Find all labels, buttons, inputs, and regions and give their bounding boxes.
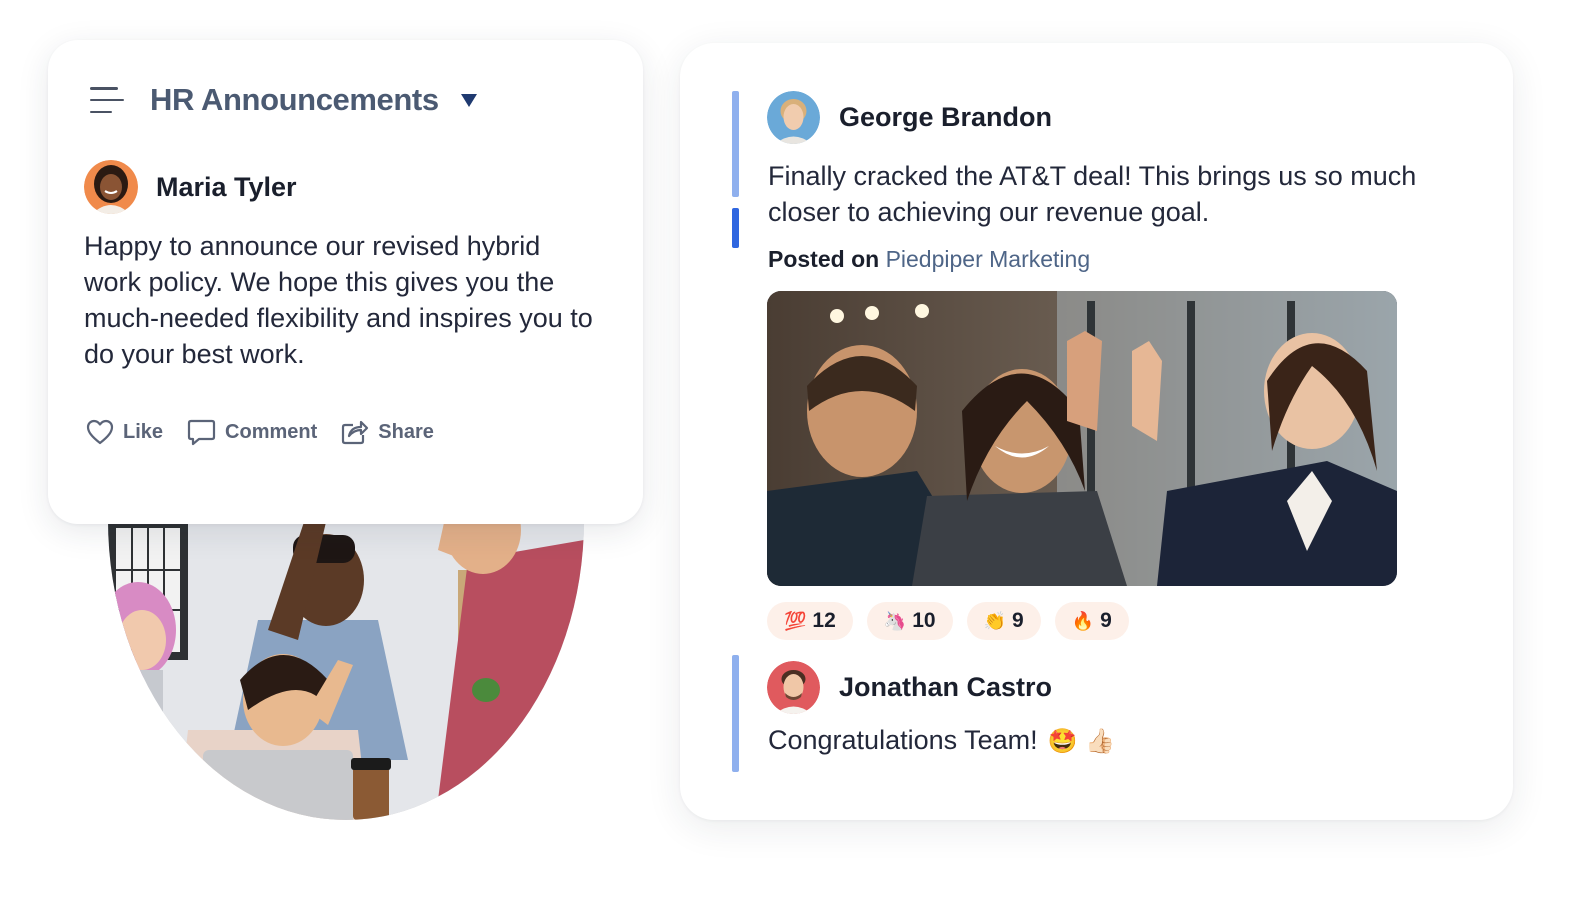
avatar[interactable]	[767, 661, 820, 714]
reply-thread-bar	[732, 655, 739, 772]
avatar[interactable]	[84, 160, 138, 214]
author-name[interactable]: Maria Tyler	[156, 172, 297, 203]
share-label: Share	[378, 420, 434, 443]
hundred-points-icon: 💯	[784, 610, 807, 632]
posted-on-channel-link[interactable]: Piedpiper Marketing	[886, 246, 1091, 272]
channel-title[interactable]: HR Announcements	[150, 82, 439, 118]
reply-author: Jonathan Castro	[767, 661, 1052, 714]
reaction-fire[interactable]: 🔥 9	[1054, 602, 1129, 640]
sales-post-card: George Brandon Finally cracked the AT&T …	[680, 43, 1513, 820]
reply-author-name[interactable]: Jonathan Castro	[839, 672, 1052, 703]
unicorn-icon: 🦄	[883, 610, 907, 632]
reaction-count: 12	[812, 609, 836, 632]
like-button[interactable]: Like	[86, 419, 163, 445]
post-body: Finally cracked the AT&T deal! This brin…	[768, 161, 1417, 227]
reaction-unicorn[interactable]: 🦄 10	[866, 602, 953, 640]
reply-text: Congratulations Team!	[768, 725, 1038, 755]
avatar[interactable]	[767, 91, 820, 144]
post-actions: Like Comment Share	[86, 418, 458, 446]
hr-announcement-card: HR Announcements Maria Tyler Happy to an…	[48, 40, 643, 524]
clapping-hands-icon: 👏	[983, 610, 1006, 632]
comment-button[interactable]: Comment	[187, 418, 317, 446]
posted-on-label: Posted on	[768, 246, 880, 272]
post-image[interactable]	[767, 291, 1397, 586]
stage: HR Announcements Maria Tyler Happy to an…	[0, 0, 1580, 897]
fire-icon: 🔥	[1071, 610, 1095, 632]
share-button[interactable]: Share	[341, 419, 434, 445]
reaction-count: 9	[1100, 609, 1112, 632]
like-label: Like	[123, 420, 164, 443]
reaction-count: 9	[1011, 609, 1024, 632]
share-icon	[342, 420, 369, 445]
comment-label: Comment	[225, 420, 318, 443]
posted-on: Posted on Piedpiper Marketing	[768, 246, 1090, 273]
author-name[interactable]: George Brandon	[839, 102, 1052, 133]
channel-header: HR Announcements	[90, 80, 477, 120]
heart-icon	[86, 419, 114, 445]
reaction-clap[interactable]: 👏 9	[966, 602, 1041, 640]
star-struck-thumbs-up-icon: 🤩 👍🏻	[1047, 726, 1116, 755]
caret-down-icon[interactable]	[460, 93, 477, 107]
thread-bar	[732, 91, 739, 197]
reactions: 💯 12 🦄 10 👏 9 🔥 9	[767, 602, 1143, 640]
comment-icon	[187, 419, 216, 446]
post-author: Maria Tyler	[84, 160, 297, 214]
post-body: Happy to announce our revised hybrid wor…	[84, 231, 593, 369]
hamburger-menu-icon[interactable]	[90, 87, 124, 113]
reaction-100[interactable]: 💯 12	[767, 602, 853, 640]
thread-bar-active	[732, 208, 739, 248]
reaction-count: 10	[912, 609, 936, 632]
post-author: George Brandon	[767, 91, 1052, 144]
reply-body: Congratulations Team! 🤩 👍🏻	[768, 725, 1115, 756]
